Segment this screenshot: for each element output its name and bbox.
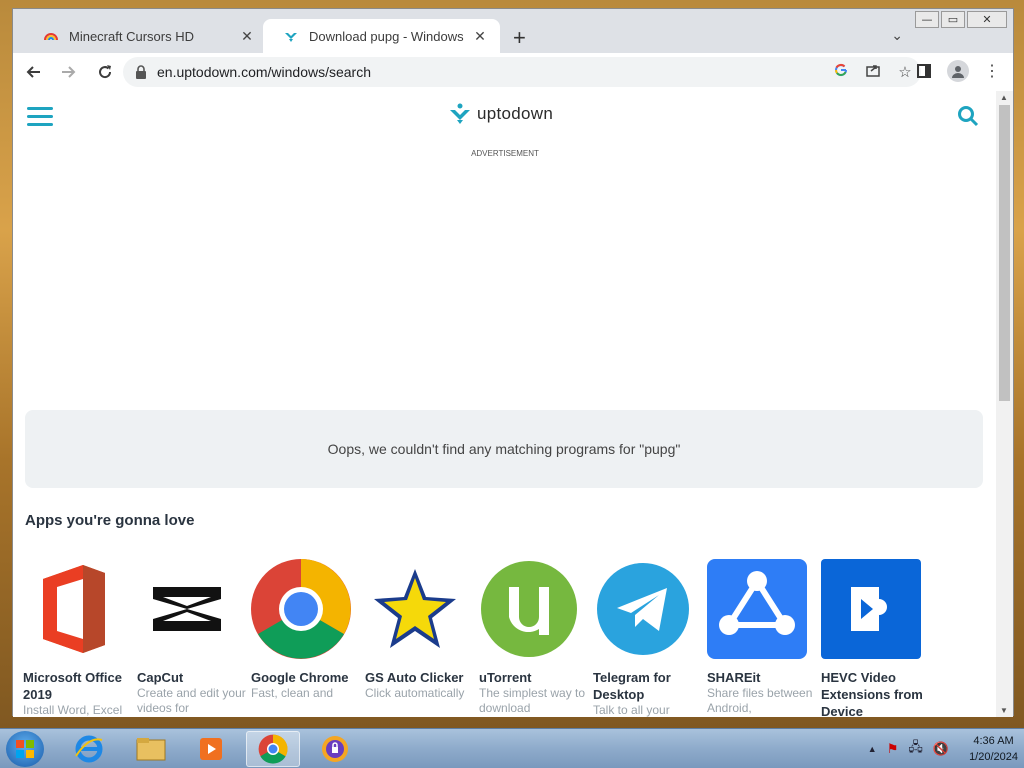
action-center-flag-icon[interactable]: ⚑ [887, 741, 899, 757]
telegram-icon [593, 559, 693, 659]
reload-button[interactable] [89, 56, 121, 88]
tab-title: Minecraft Cursors HD [69, 28, 194, 44]
capcut-icon [137, 559, 237, 659]
hamburger-menu-icon[interactable] [27, 107, 53, 127]
share-icon[interactable] [857, 62, 889, 82]
vpn-app-taskbar-icon[interactable] [308, 731, 362, 767]
chrome-taskbar-icon[interactable] [246, 731, 300, 767]
app-name: uTorrent [479, 670, 532, 685]
new-tab-button[interactable]: + [513, 25, 526, 51]
scroll-down-icon[interactable]: ▼ [1000, 706, 1008, 715]
scroll-up-icon[interactable]: ▲ [1000, 93, 1008, 102]
clock-date: 1/20/2024 [969, 751, 1018, 763]
hevc-icon [821, 559, 921, 659]
page-scrollbar[interactable]: ▲ ▼ [996, 91, 1013, 717]
scrollbar-thumb[interactable] [999, 105, 1010, 401]
apps-carousel: Microsoft Office 2019 Install Word, Exce… [23, 559, 983, 717]
no-results-message: Oops, we couldn't find any matching prog… [25, 410, 983, 488]
logo-text: uptodown [477, 104, 554, 123]
network-icon[interactable]: 🖧 [908, 738, 923, 760]
browser-window: — ▭ ✕ Minecraft Cursors HD ✕ Download pu… [12, 8, 1014, 717]
forward-arrow-icon [62, 66, 76, 78]
app-card[interactable]: SHAREit Share files between Android, [707, 559, 817, 716]
taskbar: ▲ ⚑ 🖧 🔇 4:36 AM 1/20/2024 [0, 728, 1024, 768]
app-card[interactable]: HEVC Video Extensions from Device [821, 559, 931, 717]
app-desc: Fast, clean and [251, 686, 334, 700]
star-icon [365, 559, 465, 659]
app-card[interactable]: Telegram for Desktop Talk to all your [593, 559, 703, 717]
menu-kebab-icon[interactable]: ⋮ [979, 57, 1005, 85]
reload-icon [99, 65, 112, 79]
app-name: HEVC Video Extensions from Device [821, 670, 923, 717]
close-tab-icon[interactable]: ✕ [472, 28, 488, 45]
forward-button[interactable] [53, 56, 85, 88]
tab-strip: Minecraft Cursors HD ✕ Download pupg - W… [13, 19, 1013, 53]
lock-icon [136, 65, 146, 79]
app-desc: Talk to all your [593, 703, 670, 717]
volume-muted-icon[interactable]: 🔇 [933, 741, 949, 757]
app-desc: The simplest way to download [479, 686, 586, 715]
app-name: Google Chrome [251, 670, 349, 685]
tab-minecraft-cursors[interactable]: Minecraft Cursors HD ✕ [23, 19, 267, 53]
media-player-taskbar-icon[interactable] [184, 731, 238, 767]
app-desc: Install Word, Excel [23, 703, 123, 717]
search-icon [958, 106, 979, 127]
google-icon[interactable] [825, 63, 857, 81]
app-name: Telegram for Desktop [593, 670, 671, 702]
clock[interactable]: 4:36 AM 1/20/2024 [969, 733, 1018, 765]
close-tab-icon[interactable]: ✕ [239, 28, 255, 45]
clock-time: 4:36 AM [973, 735, 1014, 747]
back-arrow-icon [26, 66, 40, 78]
address-bar[interactable]: en.uptodown.com/windows/search ☆ [123, 57, 921, 87]
section-title: Apps you're gonna love [25, 512, 195, 529]
uptodown-favicon-icon [285, 33, 297, 42]
tab-search-chevron-icon[interactable]: ⌄ [891, 27, 903, 44]
app-card[interactable]: uTorrent The simplest way to download [479, 559, 589, 716]
system-tray: ▲ ⚑ 🖧 🔇 4:36 AM 1/20/2024 [868, 731, 1018, 767]
profile-button[interactable] [945, 57, 971, 85]
tray-expand-icon[interactable]: ▲ [868, 744, 877, 754]
file-explorer-taskbar-icon[interactable] [124, 731, 178, 767]
windows-logo-icon [16, 740, 34, 758]
internet-explorer-taskbar-icon[interactable] [62, 731, 116, 767]
avatar-icon [947, 60, 969, 82]
app-name: SHAREit [707, 670, 761, 685]
toolbar-right: ⋮ [911, 57, 1005, 85]
app-desc: Share files between Android, [707, 686, 813, 715]
uptodown-logo-icon [450, 103, 470, 124]
browser-toolbar: en.uptodown.com/windows/search ☆ ⋮ [13, 53, 1013, 91]
shareit-icon [707, 559, 807, 659]
utorrent-icon [479, 559, 579, 659]
page-content: uptodown ADVERTISEMENT Oops, we couldn't… [13, 91, 997, 717]
office-icon [23, 559, 123, 659]
app-desc: Click automatically [365, 686, 465, 700]
app-desc: Create and edit your videos for [137, 686, 246, 715]
rainbow-favicon-icon [44, 33, 58, 41]
back-button[interactable] [17, 56, 49, 88]
tab-download-pupg[interactable]: Download pupg - Windows ✕ [263, 19, 500, 53]
app-name: Microsoft Office 2019 [23, 670, 122, 702]
chrome-icon [251, 559, 351, 659]
app-card[interactable]: Microsoft Office 2019 Install Word, Exce… [23, 559, 133, 717]
app-name: GS Auto Clicker [365, 670, 464, 685]
uptodown-logo[interactable]: uptodown [449, 103, 553, 125]
advertisement-label: ADVERTISEMENT [471, 149, 539, 158]
app-card[interactable]: Google Chrome Fast, clean and [251, 559, 361, 701]
side-panel-icon[interactable] [911, 57, 937, 85]
url-text: en.uptodown.com/windows/search [157, 64, 372, 80]
app-card[interactable]: GS Auto Clicker Click automatically [365, 559, 475, 701]
start-button[interactable] [6, 731, 44, 767]
search-button[interactable] [957, 105, 979, 132]
app-card[interactable]: CapCut Create and edit your videos for [137, 559, 247, 716]
tab-title: Download pupg - Windows [309, 28, 464, 44]
app-name: CapCut [137, 670, 184, 685]
